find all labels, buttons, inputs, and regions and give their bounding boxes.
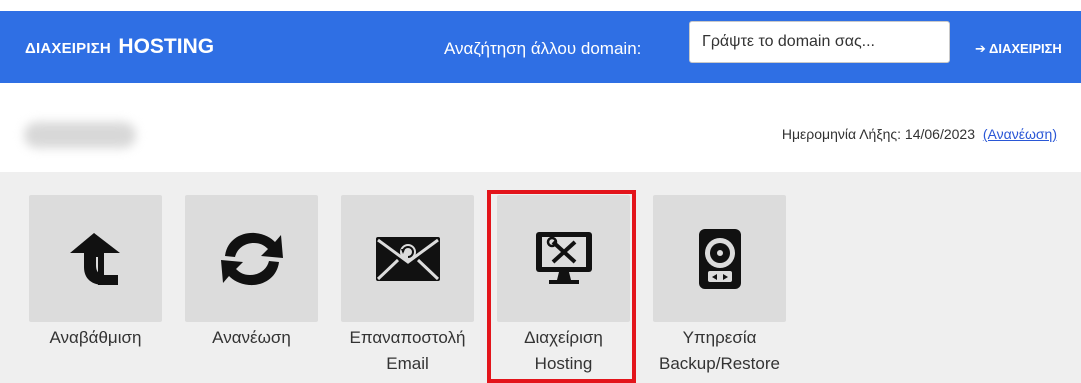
renew-action[interactable]: Ανανέωση xyxy=(185,195,318,351)
renew-tile[interactable] xyxy=(185,195,318,322)
manage-domain-link[interactable]: ➔ ΔΙΑΧΕΙΡΙΣΗ xyxy=(975,41,1062,57)
upgrade-label: Αναβάθμιση xyxy=(49,328,142,347)
backup-restore-action[interactable]: Υπηρεσία Backup/Restore xyxy=(653,195,786,377)
backup-restore-tile[interactable] xyxy=(653,195,786,322)
backup-restore-label: Υπηρεσία Backup/Restore xyxy=(659,328,780,373)
brand-prefix: ΔΙΑΧΕΙΡΙΣΗ xyxy=(25,40,111,57)
expiry-info: Ημερομηνία Λήξης: 14/06/2023 (Ανανέωση) xyxy=(782,126,1057,142)
hard-drive-icon xyxy=(698,228,741,289)
resend-email-label: Επαναποστολή Email xyxy=(349,328,466,373)
upgrade-action[interactable]: Αναβάθμιση xyxy=(29,195,162,351)
upgrade-tile[interactable] xyxy=(29,195,162,322)
renew-arrows-icon xyxy=(220,232,283,285)
expiry-date: Ημερομηνία Λήξης: 14/06/2023 xyxy=(781,126,975,142)
renew-link[interactable]: (Ανανέωση) xyxy=(983,126,1057,142)
resend-email-action[interactable]: Επαναποστολή Email xyxy=(341,195,474,377)
brand-title: ΔΙΑΧΕΙΡΙΣΗ HOSTING xyxy=(25,35,214,59)
domain-name-blurred xyxy=(24,122,136,148)
renew-label: Ανανέωση xyxy=(212,328,291,347)
upgrade-arrow-icon xyxy=(69,232,120,285)
brand-main: HOSTING xyxy=(118,35,215,58)
resend-email-icon xyxy=(375,236,440,281)
domain-search-input[interactable] xyxy=(689,21,950,63)
search-label: Αναζήτηση άλλου domain: xyxy=(444,39,642,58)
resend-email-tile[interactable] xyxy=(341,195,474,322)
header-bar: ΔΙΑΧΕΙΡΙΣΗ HOSTING Αναζήτηση άλλου domai… xyxy=(0,11,1081,83)
selection-highlight xyxy=(487,190,636,383)
